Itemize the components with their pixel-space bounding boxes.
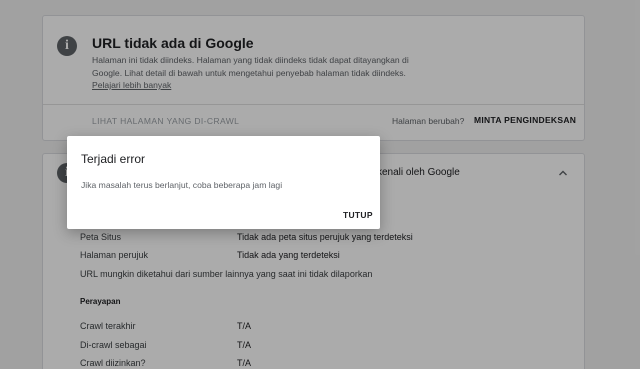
dialog-message: Jika masalah terus berlanjut, coba beber… [81, 180, 283, 190]
dialog-title: Terjadi error [81, 152, 146, 166]
close-button[interactable]: TUTUP [343, 210, 373, 220]
url-inspection-page: i URL tidak ada di Google Halaman ini ti… [0, 0, 640, 369]
error-dialog: Terjadi error Jika masalah terus berlanj… [67, 136, 380, 229]
